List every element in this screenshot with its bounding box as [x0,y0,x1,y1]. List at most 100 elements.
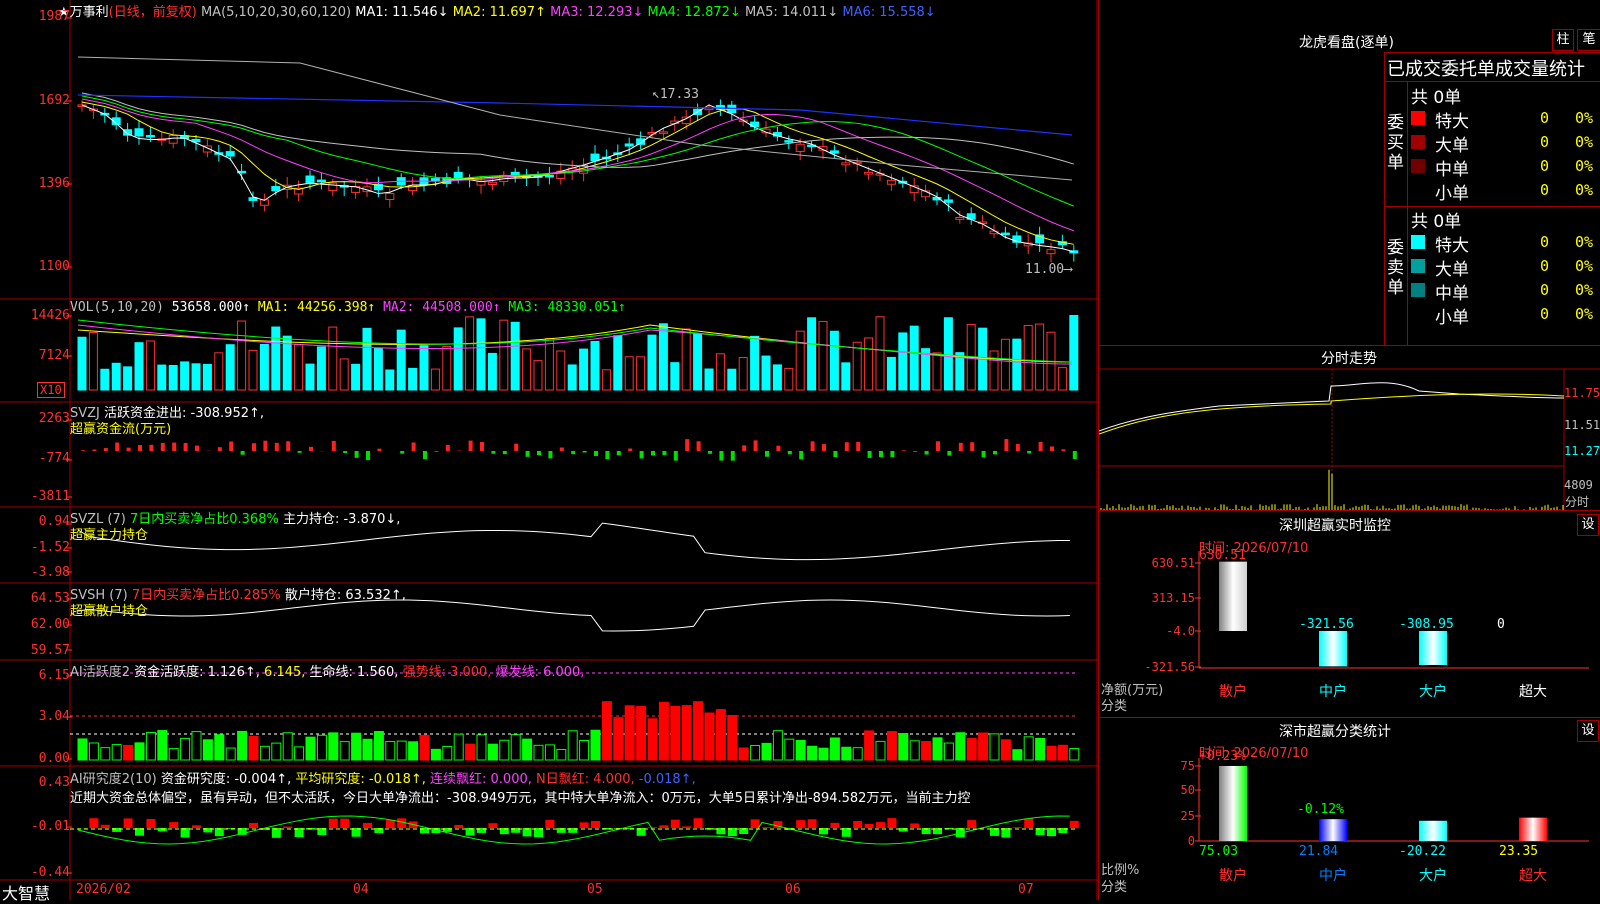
activity-bar [317,735,326,760]
flow-bar [1027,451,1031,453]
volume-bar [910,326,918,390]
bar-category-label: 大户 [1419,683,1447,700]
research-bar [488,823,497,828]
activity-bar [124,745,133,760]
bar-category-label: 超大 [1519,684,1547,700]
ai1-axis-2: 3.04 [0,709,70,724]
candle [545,175,553,177]
volume-bar [272,327,280,390]
sell-side-label: 委卖单 [1387,238,1405,298]
ai2-axis-2: -0.01 [0,819,70,834]
bar-axis-label: 630.51 [1152,556,1195,570]
volume-bar [306,364,314,390]
volume-bar [705,369,713,390]
volume-bar [295,345,303,390]
buy-row-label: 特大 [1435,107,1469,132]
bar-0 [1219,562,1247,631]
vol-ma1: MA1: 44256.398↑ [258,300,375,315]
activity-bar [329,733,338,760]
research-bar [454,825,463,828]
candle [329,183,337,190]
activity-bar [112,745,121,760]
activity-bar [671,706,680,760]
volume-bar [466,317,474,390]
period-label[interactable]: (日线，前复权) [109,5,197,20]
activity-bar [466,744,475,760]
buy-row-label: 小单 [1435,179,1469,204]
candle [1001,233,1009,235]
bar-category-label: 散户 [1219,683,1247,700]
sell-row-pct: 0% [1575,305,1593,323]
vol-label: VOL(5,10,20) [70,300,164,315]
flow-bar [719,451,723,461]
buy-side-label: 委买单 [1387,113,1405,173]
research-bar [865,824,874,828]
sz-monitor-xlabel: 分类 [1101,695,1127,714]
buy-total: 共 0单 [1411,83,1461,108]
dragon-table: 已成交委托单成交量统计 委买单 委卖单 共 0单特大00%大单00%中单00%小… [1384,52,1600,345]
volume-bar [899,333,907,390]
flow-bar [138,445,142,451]
bar-0 [1219,766,1247,841]
volume-bar [568,365,576,390]
flow-bar [936,441,940,451]
ai2-axis-3: -0.44 [0,865,70,880]
svzl-axis-1: 0.94 [0,514,70,529]
activity-bar [101,748,110,760]
vol-ma3: MA3: 48330.051↑ [508,300,625,315]
svzj-sub: 超赢资金流(万元) [70,418,171,437]
flow-bar [765,451,769,457]
flow-bar [845,442,849,451]
flow-bar [366,451,370,460]
flow-bar [81,450,85,451]
flow-bar [218,447,222,451]
sell-row-pct: 0% [1575,257,1593,275]
candle [887,180,895,184]
intraday-axis-2: 11.51 [1564,418,1600,432]
flow-bar [799,451,803,459]
activity-bar [386,742,395,760]
tick-mode-button[interactable]: 笔 [1577,29,1600,51]
volume-bar [477,319,485,390]
flow-bar [617,451,621,455]
activity-bar [648,719,657,760]
volume-bar [716,354,724,390]
buy-row-pct: 0% [1575,109,1593,127]
research-bar [340,819,349,828]
intraday-panel[interactable]: 分时走势 11.75 11.51 11.27 4809 分时 [1098,345,1600,510]
bar-category-label: 超大 [1519,868,1547,884]
volume-bar [796,331,804,390]
ai2-t2: 平均研究度: -0.018↑, [295,772,425,787]
activity-bar [78,739,87,760]
volume-bar [933,353,941,390]
buy-row-count: 0 [1540,157,1549,175]
volume-bar [1070,315,1078,390]
buy-swatch [1411,135,1425,149]
volume-bar [591,341,599,390]
research-bar [1070,821,1079,828]
volume-bar [238,321,246,390]
flow-bar [263,441,267,451]
bar-axis-label: 50 [1181,783,1195,797]
activity-bar [260,746,269,760]
activity-bar [226,748,235,760]
research-bar [1024,818,1033,828]
sz-monitor-panel: 深圳超赢实时监控 设 时间: 2026/07/10 630.51313.15-4… [1098,510,1600,717]
activity-bar [694,702,703,760]
flow-bar [662,451,666,455]
activity-bar [511,735,520,760]
flow-bar [674,451,678,461]
bar-mode-button[interactable]: 柱 [1552,29,1574,51]
sz-class-value-label: 21.84 [1299,844,1338,859]
kline-chart-area[interactable] [0,0,1098,900]
research-bar [796,820,805,828]
volume-bar [89,333,97,390]
flow-bar [856,442,860,451]
bar-category-label: 散户 [1219,867,1247,884]
sell-swatch [1411,235,1425,249]
ma-line [82,102,1074,244]
volume-bar [352,364,360,390]
intraday-axis-1: 11.75 [1564,386,1600,400]
flow-bar [970,442,974,451]
activity-bar [238,731,247,760]
